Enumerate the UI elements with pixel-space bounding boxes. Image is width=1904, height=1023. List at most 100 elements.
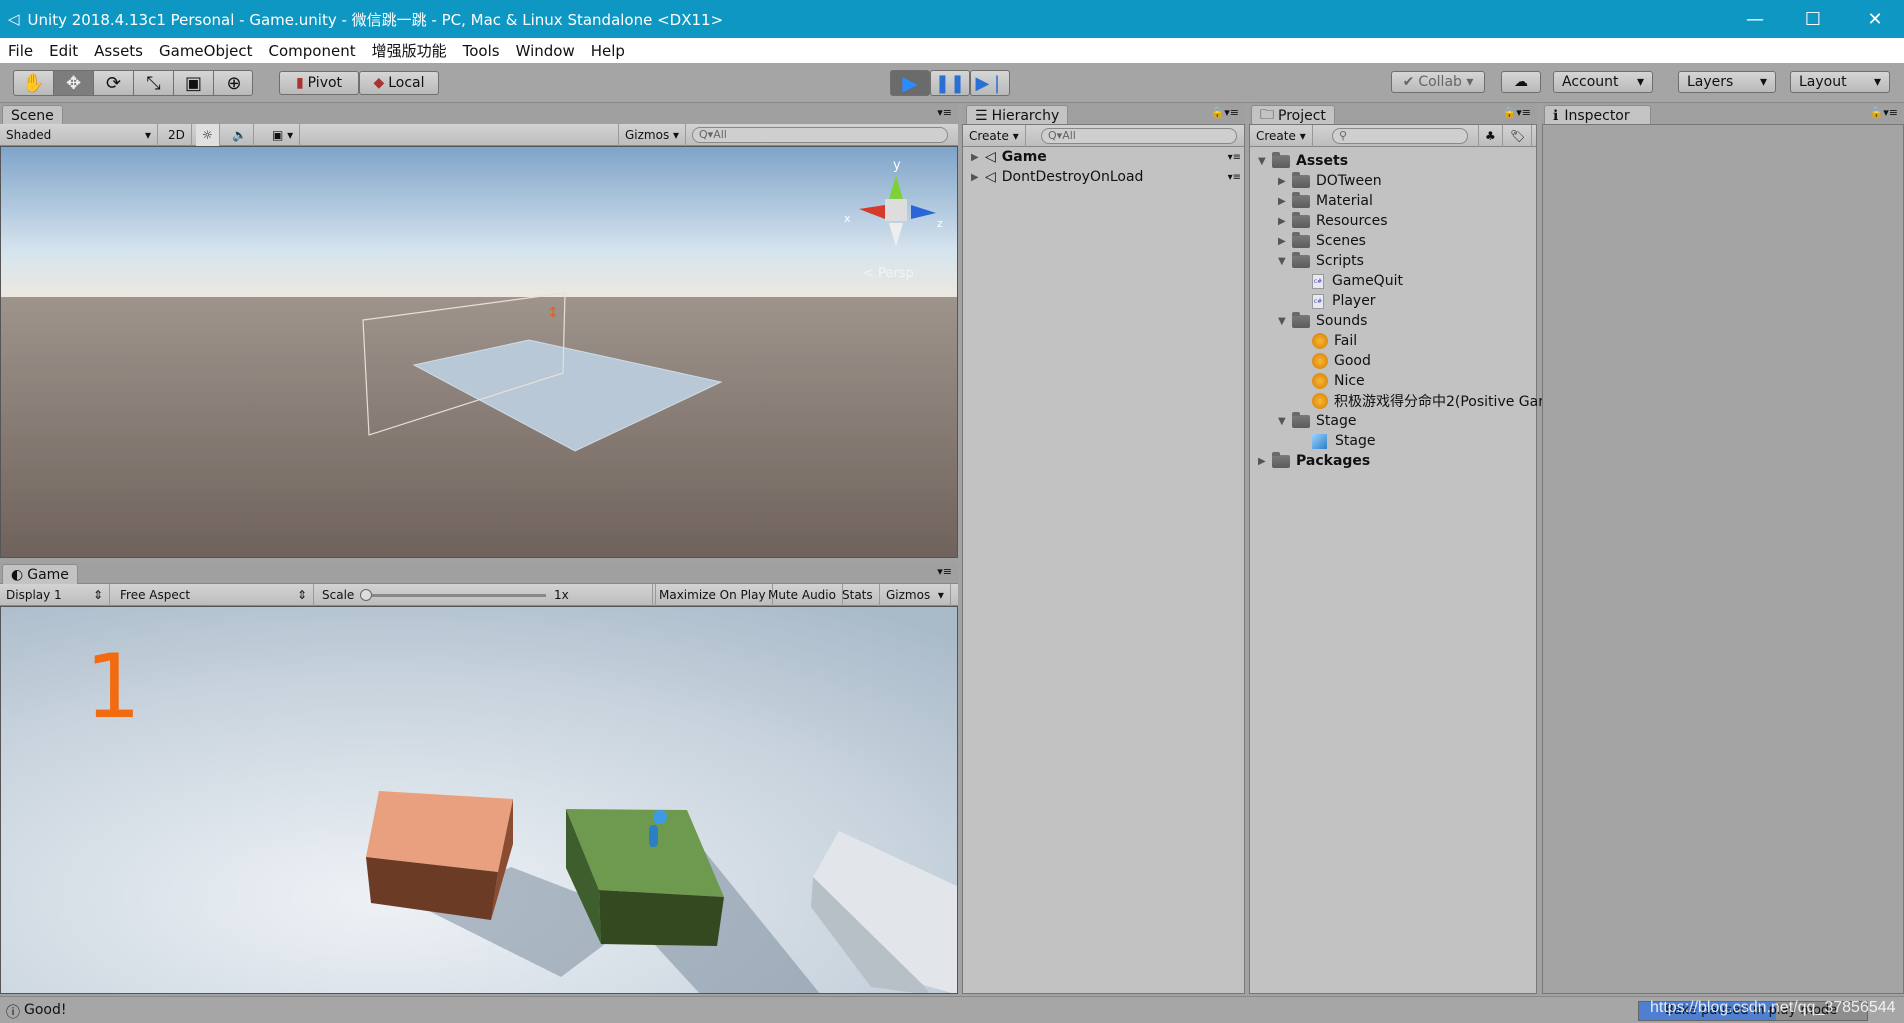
menu-tools[interactable]: Tools	[455, 42, 508, 60]
project-item[interactable]: Nice	[1298, 371, 1365, 391]
scene-tab-row: Scene ▾≡	[0, 103, 958, 126]
menu-help[interactable]: Help	[583, 42, 633, 60]
project-item[interactable]: ▼ Assets	[1258, 151, 1348, 171]
filter-by-label-button[interactable]: 🏷	[1504, 125, 1533, 147]
layout-dropdown[interactable]: Layout ▾	[1790, 71, 1890, 93]
scale-tool-icon[interactable]: ⤡	[134, 71, 174, 95]
maximize-on-play-toggle[interactable]: Maximize On Play	[652, 584, 773, 606]
project-item[interactable]: ▼ Scripts	[1278, 251, 1364, 271]
collapsed-arrow-icon[interactable]: ▶	[1258, 456, 1272, 467]
filter-by-type-button[interactable]: ♣	[1478, 125, 1503, 147]
project-item[interactable]: ▶ Material	[1278, 191, 1373, 211]
prefab-cube-icon	[1312, 433, 1327, 449]
menu-gameobject[interactable]: GameObject	[151, 42, 261, 60]
mute-audio-toggle[interactable]: Mute Audio	[762, 584, 843, 606]
gizmos-dropdown[interactable]: Gizmos ▾	[618, 124, 687, 146]
tab-game[interactable]: ◐ Game	[2, 564, 78, 585]
menu-assets[interactable]: Assets	[86, 42, 151, 60]
panel-menu-icon[interactable]: ▾≡	[937, 565, 952, 578]
hand-tool-icon[interactable]: ✋	[14, 71, 54, 95]
minimize-button[interactable]: —	[1726, 0, 1784, 38]
project-item[interactable]: Fail	[1298, 331, 1357, 351]
lock-menu-icon[interactable]: 🔒▾≡	[1503, 106, 1531, 119]
close-button[interactable]: ✕	[1846, 0, 1904, 38]
2d-toggle[interactable]: 2D	[162, 124, 192, 146]
hierarchy-item-dontdestroyonload[interactable]: ▶ ◁ DontDestroyOnLoad ▾≡	[971, 167, 1241, 187]
project-item[interactable]: ▶ Scenes	[1278, 231, 1366, 251]
shading-dropdown[interactable]: Shaded ▾	[0, 124, 158, 146]
project-item[interactable]: ▶ DOTween	[1278, 171, 1382, 191]
collapsed-arrow-icon[interactable]: ▶	[1278, 216, 1292, 227]
audio-toggle[interactable]: 🔈	[226, 124, 254, 146]
hierarchy-item-game[interactable]: ▶ ◁ Game ▾≡	[971, 147, 1241, 167]
menu-enhanced[interactable]: 增强版功能	[364, 40, 455, 61]
account-dropdown[interactable]: Account ▾	[1553, 71, 1653, 93]
pause-button[interactable]: ❚❚	[930, 70, 970, 96]
local-button[interactable]: ◆ Local	[359, 71, 439, 95]
expand-arrow-icon[interactable]: ▶	[971, 152, 985, 163]
lock-menu-icon[interactable]: 🔒▾≡	[1870, 106, 1898, 119]
project-item[interactable]: ▼ Stage	[1278, 411, 1356, 431]
pivot-button[interactable]: ▮ Pivot	[279, 71, 359, 95]
menu-component[interactable]: Component	[261, 42, 364, 60]
effects-dropdown[interactable]: ▣ ▾	[266, 124, 301, 146]
collapsed-arrow-icon[interactable]: ▶	[1278, 236, 1292, 247]
project-item[interactable]: ▶ Packages	[1258, 451, 1370, 471]
item-menu-icon[interactable]: ▾≡	[1228, 152, 1241, 163]
rect-tool-icon[interactable]: ▣	[174, 71, 214, 95]
menu-edit[interactable]: Edit	[41, 42, 86, 60]
tab-inspector[interactable]: ℹ Inspector	[1544, 105, 1651, 126]
menu-window[interactable]: Window	[508, 42, 583, 60]
expanded-arrow-icon[interactable]: ▼	[1258, 156, 1272, 167]
panel-menu-icon[interactable]: ▾≡	[937, 106, 952, 119]
expanded-arrow-icon[interactable]: ▼	[1278, 416, 1292, 427]
project-item[interactable]: ▼ Sounds	[1278, 311, 1367, 331]
expand-arrow-icon[interactable]: ▶	[971, 172, 985, 183]
status-message[interactable]: Good!	[24, 1002, 66, 1018]
item-label: Material	[1316, 193, 1373, 209]
cloud-button[interactable]: ☁	[1501, 71, 1541, 93]
project-search-input[interactable]: ⚲	[1332, 128, 1468, 144]
project-item[interactable]: Good	[1298, 351, 1371, 371]
menu-file[interactable]: File	[0, 42, 41, 60]
axis-z-label: z	[937, 217, 943, 230]
layers-dropdown[interactable]: Layers ▾	[1678, 71, 1776, 93]
lighting-toggle[interactable]: ☼	[196, 124, 220, 146]
play-button[interactable]: ▶	[890, 70, 930, 96]
collapsed-arrow-icon[interactable]: ▶	[1278, 176, 1292, 187]
persp-label[interactable]: < Persp	[863, 266, 914, 281]
scale-slider-handle[interactable]	[360, 589, 372, 601]
collapsed-arrow-icon[interactable]: ▶	[1278, 196, 1292, 207]
scene-search-input[interactable]: Q▾All	[692, 127, 948, 143]
hierarchy-create-dropdown[interactable]: Create ▾	[963, 125, 1026, 147]
tab-scene[interactable]: Scene	[2, 105, 63, 126]
axis-x-label: x	[844, 212, 851, 225]
scale-slider[interactable]	[364, 594, 546, 597]
hierarchy-search-input[interactable]: Q▾All	[1041, 128, 1237, 144]
tab-project[interactable]: 🗀 Project	[1251, 105, 1335, 126]
display-dropdown[interactable]: Display 1 ⇕	[0, 584, 110, 606]
game-view[interactable]: 1	[0, 606, 958, 994]
project-item[interactable]: Stage	[1298, 431, 1375, 451]
lock-menu-icon[interactable]: 🔒▾≡	[1211, 106, 1239, 119]
tab-hierarchy[interactable]: ☰ Hierarchy	[966, 105, 1069, 126]
collab-button[interactable]: ✔ Collab ▾	[1391, 71, 1485, 93]
project-item[interactable]: ▶ Resources	[1278, 211, 1388, 231]
project-item[interactable]: c# Player	[1298, 291, 1376, 311]
rotate-tool-icon[interactable]: ⟳	[94, 71, 134, 95]
expanded-arrow-icon[interactable]: ▼	[1278, 256, 1292, 267]
step-button[interactable]: ▶❘	[970, 70, 1010, 96]
game-gizmos-dropdown[interactable]: Gizmos ▾	[880, 584, 951, 606]
maximize-button[interactable]: ☐	[1784, 0, 1842, 38]
item-label: 积极游戏得分命中2(Positive Gar	[1334, 394, 1544, 410]
transform-tool-icon[interactable]: ⊕	[214, 71, 254, 95]
project-item[interactable]: 积极游戏得分命中2(Positive Gar	[1298, 391, 1544, 411]
aspect-dropdown[interactable]: Free Aspect ⇕	[114, 584, 314, 606]
scene-view[interactable]: ↕ y x z < Persp	[0, 146, 958, 558]
stats-toggle[interactable]: Stats	[836, 584, 880, 606]
expanded-arrow-icon[interactable]: ▼	[1278, 316, 1292, 327]
move-tool-icon[interactable]: ✥	[54, 71, 94, 95]
project-item[interactable]: c# GameQuit	[1298, 271, 1403, 291]
item-menu-icon[interactable]: ▾≡	[1228, 172, 1241, 183]
project-create-dropdown[interactable]: Create ▾	[1250, 125, 1313, 147]
